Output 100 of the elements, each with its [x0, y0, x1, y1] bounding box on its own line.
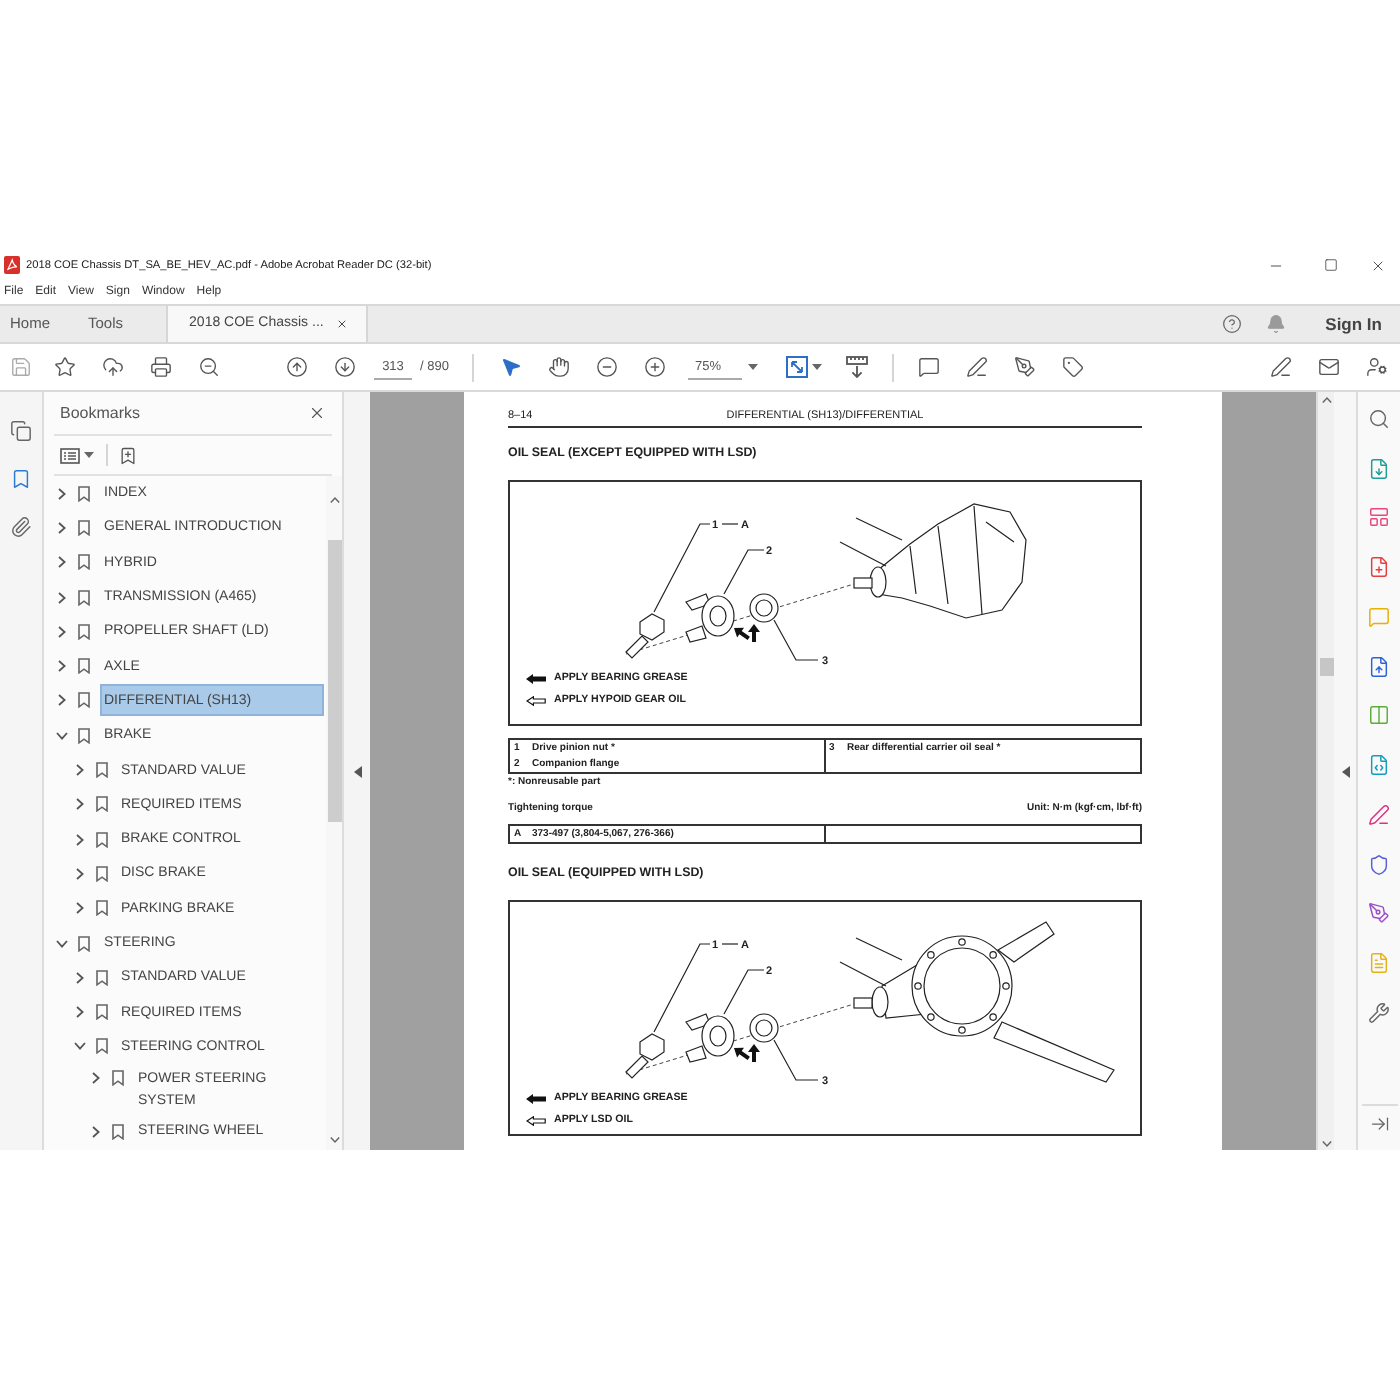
list-icon[interactable]: [60, 447, 80, 463]
pinion-nut: [625, 613, 665, 659]
chevron-icon[interactable]: [58, 625, 66, 638]
oil-seal: [749, 593, 779, 623]
leader-line: [653, 523, 711, 613]
chevron-icon[interactable]: [75, 764, 83, 777]
comment-icon[interactable]: [917, 356, 940, 378]
bookmark-icon: [78, 554, 90, 571]
leader-line: [721, 943, 739, 945]
search-icon[interactable]: [1368, 407, 1390, 430]
panel-title: Bookmarks: [58, 403, 141, 423]
hand-icon[interactable]: [547, 356, 570, 378]
upload-icon[interactable]: [101, 356, 123, 378]
chevron-icon[interactable]: [58, 694, 66, 707]
print-icon[interactable]: [149, 356, 171, 378]
bookmark-icon: [95, 900, 107, 917]
pen-nib-icon[interactable]: [1013, 356, 1036, 378]
expand-arrow-icon[interactable]: [786, 356, 809, 378]
sign-in-button[interactable]: Sign In: [1315, 311, 1392, 337]
ruler-arrow-icon[interactable]: [846, 356, 869, 378]
leader-line: [839, 541, 887, 567]
chevron-icon[interactable]: [75, 971, 83, 984]
chevron-icon[interactable]: [75, 833, 83, 846]
chevron-icon[interactable]: [58, 660, 66, 673]
companion-flange: [685, 593, 735, 643]
pen-nib-icon[interactable]: [1368, 902, 1390, 925]
chevron-icon[interactable]: [58, 556, 66, 569]
zoom-out-icon[interactable]: [197, 356, 219, 378]
chevron-icon[interactable]: [58, 591, 66, 604]
scrollbar-thumb[interactable]: [327, 540, 341, 822]
leader-line: [721, 523, 739, 525]
shield-icon[interactable]: [1368, 853, 1390, 876]
chevron-icon[interactable]: [58, 487, 66, 500]
close-icon[interactable]: [335, 318, 348, 330]
oil-seal: [749, 1013, 779, 1043]
chevron-up-icon[interactable]: [329, 496, 339, 504]
filled-arrow-icon: [526, 674, 546, 684]
leader-line: [839, 961, 887, 987]
chevron-icon[interactable]: [58, 521, 66, 534]
file-code-icon[interactable]: [1368, 754, 1390, 777]
outline-arrow-icon: [526, 1116, 546, 1126]
leader-line: [773, 619, 819, 661]
filled-arrow-icon: [526, 1094, 546, 1104]
chevron-up-icon[interactable]: [1321, 396, 1331, 404]
user-gear-icon[interactable]: [1365, 356, 1387, 378]
bookmark-icon: [112, 1123, 124, 1140]
leader-line: [855, 517, 903, 541]
bookmark-icon: [78, 727, 90, 744]
mail-icon[interactable]: [1317, 356, 1339, 378]
maximize-icon[interactable]: [1323, 258, 1337, 272]
caret-icon[interactable]: [84, 452, 94, 458]
chevron-down-icon[interactable]: [329, 1136, 339, 1144]
pointer-icon[interactable]: [499, 356, 522, 378]
bookmark-icon: [78, 935, 90, 951]
pen-icon[interactable]: [965, 356, 988, 378]
companion-flange: [685, 1013, 735, 1063]
arrow-down-icon[interactable]: [333, 356, 355, 378]
scrollbar-thumb[interactable]: [1319, 658, 1333, 676]
caret-icon[interactable]: [812, 364, 823, 370]
leader-line: [773, 1039, 819, 1081]
layout-icon[interactable]: [1368, 506, 1390, 529]
columns-icon[interactable]: [1368, 704, 1390, 727]
leader-line: [723, 549, 765, 595]
bookmark-plus-icon[interactable]: [118, 445, 138, 465]
pages-icon[interactable]: [10, 419, 32, 441]
bookmark-icon: [95, 969, 107, 986]
plus-circle-icon[interactable]: [643, 356, 666, 378]
outline-arrow-icon: [526, 696, 546, 706]
close-icon[interactable]: [1370, 257, 1386, 273]
caret-left-icon[interactable]: [1341, 765, 1349, 777]
arrow-to-line-icon[interactable]: [1369, 1114, 1389, 1134]
caret-left-icon[interactable]: [353, 765, 361, 777]
chevron-icon[interactable]: [56, 731, 68, 740]
bookmark-icon[interactable]: [10, 467, 32, 489]
chevron-icon[interactable]: [75, 1006, 83, 1019]
paperclip-icon[interactable]: [10, 515, 32, 537]
pen-icon[interactable]: [1269, 356, 1291, 378]
star-icon[interactable]: [53, 356, 75, 378]
close-icon[interactable]: [308, 404, 326, 422]
chevron-icon[interactable]: [75, 798, 83, 811]
tag-icon[interactable]: [1061, 356, 1084, 378]
caret-icon[interactable]: [748, 364, 759, 370]
file-arrow-down-icon[interactable]: [1368, 457, 1390, 480]
chevron-icon[interactable]: [56, 939, 68, 947]
chevron-icon[interactable]: [92, 1125, 100, 1138]
file-arrow-up-icon[interactable]: [1368, 655, 1390, 678]
chevron-icon[interactable]: [92, 1072, 100, 1085]
minus-circle-icon[interactable]: [595, 356, 618, 378]
arrow-up-icon[interactable]: [285, 356, 307, 378]
leader-line: [855, 937, 903, 961]
chevron-icon[interactable]: [73, 1042, 85, 1051]
chevron-icon[interactable]: [75, 902, 83, 915]
chevron-icon[interactable]: [75, 867, 83, 880]
help-icon[interactable]: [1221, 314, 1242, 334]
chevron-down-icon[interactable]: [1321, 1140, 1331, 1148]
wrench-icon[interactable]: [1368, 1001, 1390, 1024]
pen-icon[interactable]: [1368, 803, 1390, 826]
pinion-nut: [625, 1033, 665, 1079]
leader-line: [723, 969, 765, 1015]
file-plus-icon[interactable]: [1368, 556, 1390, 579]
